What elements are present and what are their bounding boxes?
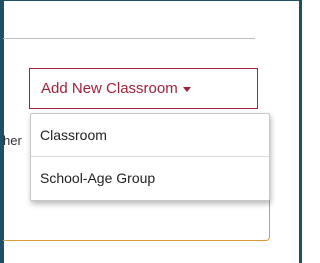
add-new-classroom-button[interactable]: Add New Classroom xyxy=(29,68,258,109)
add-classroom-dropdown-menu: Classroom School-Age Group xyxy=(30,113,270,201)
obscured-field-label: her xyxy=(3,133,22,148)
section-divider xyxy=(3,38,255,39)
menu-item-label: School-Age Group xyxy=(40,169,156,186)
menu-item-classroom[interactable]: Classroom xyxy=(31,114,269,156)
menu-item-label: Classroom xyxy=(40,127,107,143)
menu-item-school-age-group[interactable]: School-Age Group xyxy=(31,156,269,198)
frame-right-edge xyxy=(299,1,301,263)
caret-down-icon xyxy=(182,87,191,92)
add-new-classroom-label: Add New Classroom xyxy=(41,80,178,97)
